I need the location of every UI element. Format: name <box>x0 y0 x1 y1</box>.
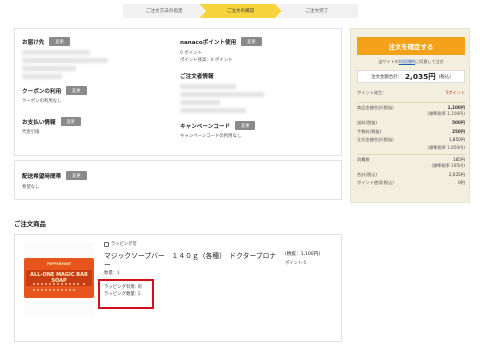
summary-row-fee: 手数料(税抜) 250円 <box>357 129 465 135</box>
payment-section-title: お支払い情報 変更 <box>22 117 81 126</box>
delivery-time-change-button[interactable]: 変更 <box>66 171 87 180</box>
coupon-change-button[interactable]: 変更 <box>66 86 87 95</box>
coupon-title: クーポンの利用 <box>22 88 62 95</box>
terms-agreement: 当サイトの利用規約に同意して注文 <box>351 59 471 65</box>
nanaco-points: 0 ポイント <box>180 51 202 56</box>
summary-row-consumption-tax: 消費税 185円 <box>357 154 465 163</box>
product-points: ポイント:5 <box>285 261 307 266</box>
wrapping-quantity: ラッピング数量: 1 <box>104 292 141 297</box>
summary-row-order-subtotal: 注文金額合計(税抜) 1,850円 <box>357 137 465 143</box>
nanaco-change-button[interactable]: 変更 <box>241 37 262 46</box>
summary-value: 250円 <box>452 129 465 134</box>
summary-row-subtotal-tax: (標準税率 1,100円) <box>357 111 465 117</box>
summary-label: 手数料(税抜) <box>357 129 382 134</box>
delivery-section-title: お届け先 変更 <box>22 37 70 46</box>
summary-row-points: ポイント発生： 5ポイント <box>357 90 465 96</box>
delivery-time-box <box>14 160 342 200</box>
redacted-orderer-line <box>180 92 264 97</box>
soap-label-top: PEPPERMINT <box>46 262 72 266</box>
step-order-method: ご注文方法の指定 <box>123 4 206 18</box>
summary-label: ポイント発生： <box>357 90 387 95</box>
total-label: 注文金額合計： <box>371 74 402 80</box>
summary-value: 0円 <box>458 180 465 185</box>
wrapping-available-tag: ラッピング可 <box>104 241 137 247</box>
summary-row-consumption-tax-detail: (標準税率 185円) <box>357 163 465 169</box>
summary-row-shipping: 送料(税抜) 500円 <box>357 120 465 126</box>
delivery-time-section-title: 配送希望時間帯 変更 <box>22 171 87 180</box>
summary-label: ポイント使用(税込) <box>357 180 394 185</box>
orderer-title: ご注文者情報 <box>180 74 214 80</box>
step-order-confirm: ご注文の確認 <box>199 4 282 18</box>
summary-value: 5ポイント <box>445 90 465 95</box>
product-price: (税抜：1,100円) <box>285 252 321 257</box>
confirm-order-button[interactable]: 注文を確定する <box>357 37 465 55</box>
redacted-address-line <box>22 58 108 63</box>
coupon-section-title: クーポンの利用 変更 <box>22 86 87 95</box>
wrapping-info-highlight: ラッピング有無: 有 ラッピング数量: 1 <box>98 279 154 309</box>
order-items-title: ご注文商品 <box>14 220 46 228</box>
summary-value: 500円 <box>452 120 465 125</box>
summary-value: (標準税率 185円) <box>431 163 465 168</box>
terms-link[interactable]: 利用規約 <box>399 59 415 64</box>
summary-row-total: 合計(税込) 2,035円 <box>357 172 465 178</box>
payment-title: お支払い情報 <box>22 119 56 126</box>
summary-row-points-used: ポイント使用(税込) 0円 <box>357 180 465 186</box>
summary-row-order-subtotal-tax: (標準税率 1,850円) <box>357 145 465 151</box>
nanaco-title: nanacoポイント使用 <box>180 39 237 46</box>
step-order-complete: ご注文完了 <box>275 4 358 18</box>
gift-icon <box>104 241 109 247</box>
redacted-address-line <box>22 50 90 55</box>
wrapping-available-label: ラッピング可 <box>111 242 137 247</box>
order-progress-steps: ご注文方法の指定 ご注文の確認 ご注文完了 <box>123 4 358 18</box>
order-summary-panel: 注文を確定する 当サイトの利用規約に同意して注文 注文金額合計： 2,035円 … <box>350 28 470 203</box>
orderer-section-title: ご注文者情報 <box>180 72 214 80</box>
campaign-section-title: キャンペーンコード 変更 <box>180 121 256 130</box>
summary-label: 送料(税抜) <box>357 120 378 125</box>
redacted-address-line <box>22 66 76 71</box>
redacted-address-line <box>22 74 62 79</box>
delivery-change-button[interactable]: 変更 <box>49 37 70 46</box>
total-tax-note: (税込) <box>438 74 451 80</box>
nanaco-balance: ポイント残高：0 ポイント <box>180 58 233 63</box>
agree-suffix: に同意して注文 <box>415 59 444 64</box>
product-name-continued: ー <box>104 261 111 269</box>
summary-label: 注文金額合計(税抜) <box>357 137 394 142</box>
redacted-orderer-line <box>180 84 236 89</box>
campaign-status: キャンペーンコードの利用なし <box>180 134 242 139</box>
wrapping-status: ラッピング有無: 有 <box>104 285 143 290</box>
delivery-time-title: 配送希望時間帯 <box>22 173 62 180</box>
order-total-box: 注文金額合計： 2,035円 (税込) <box>357 70 465 83</box>
summary-value: 2,035円 <box>448 172 465 177</box>
product-name[interactable]: マジックソープバー １４０ｇ（各種） ドクターブロナ <box>104 250 276 260</box>
delivery-time-status: 希望なし <box>22 185 40 190</box>
campaign-change-button[interactable]: 変更 <box>235 121 256 130</box>
payment-change-button[interactable]: 変更 <box>60 117 81 126</box>
summary-value: (標準税率 1,100円) <box>427 111 465 116</box>
summary-value: 1,850円 <box>448 137 465 142</box>
agree-prefix: 当サイトの <box>378 59 399 64</box>
product-quantity: 数量：1 <box>104 271 120 276</box>
redacted-orderer-line <box>180 100 220 105</box>
summary-row-subtotal: 商品金額合計(税抜) 1,100円 <box>357 102 465 111</box>
nanaco-section-title: nanacoポイント使用 変更 <box>180 37 262 46</box>
coupon-status: クーポンの利用なし <box>22 99 62 104</box>
soap-label-pattern <box>32 282 86 294</box>
summary-label: 合計(税込) <box>357 172 378 177</box>
soap-bar-image[interactable]: PEPPERMINT ALL-ONE MAGIC BAR SOAP <box>24 258 94 298</box>
total-value: 2,035円 <box>404 72 436 81</box>
delivery-title: お届け先 <box>22 39 45 46</box>
payment-method: 代金引換 <box>22 130 40 135</box>
redacted-orderer-line <box>180 108 246 113</box>
summary-value: (標準税率 1,850円) <box>427 145 465 150</box>
campaign-title: キャンペーンコード <box>180 123 231 130</box>
